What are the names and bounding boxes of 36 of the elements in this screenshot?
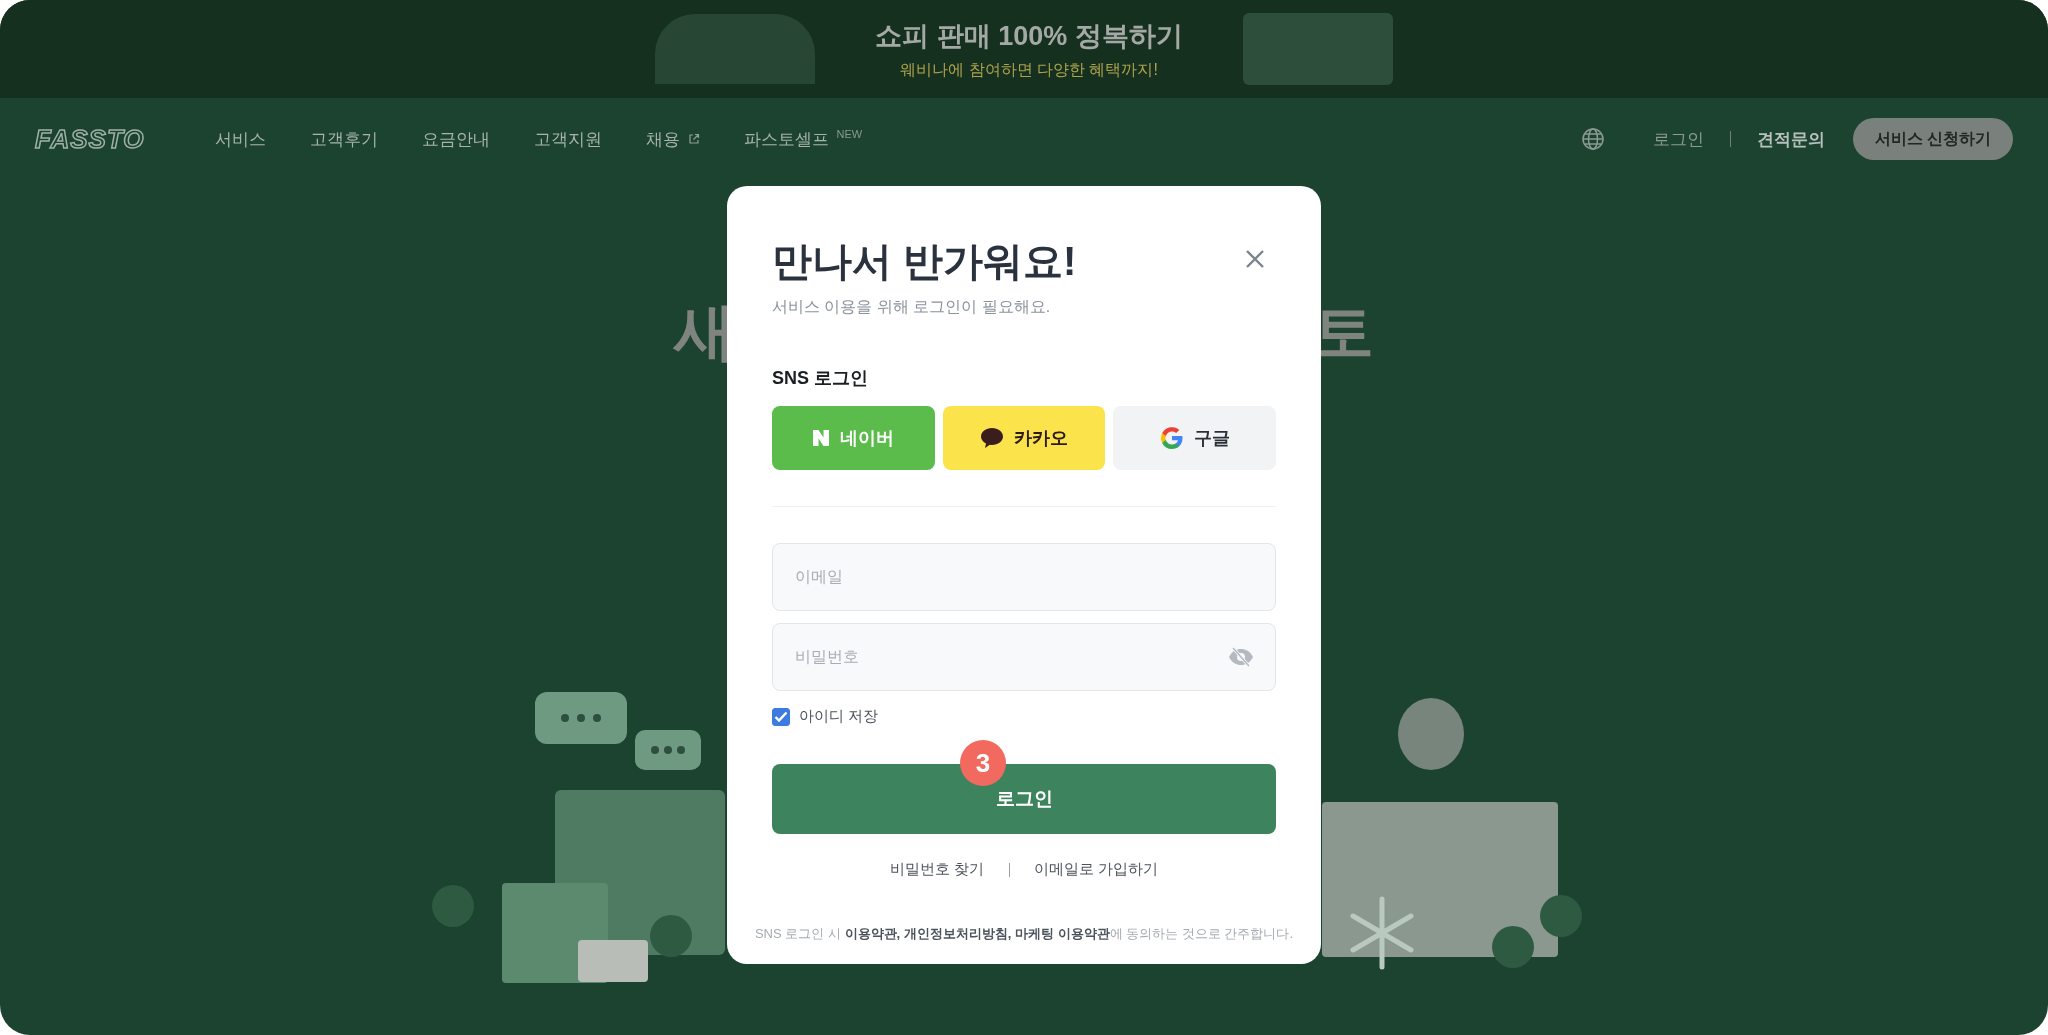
- checkbox-label: 아이디 저장: [799, 707, 879, 726]
- banner-subtitle: 웨비나에 참여하면 다양한 혜택까지!: [900, 59, 1158, 80]
- speech-bubble-icon: [980, 427, 1004, 449]
- nav-link[interactable]: 파스토셀프 NEW: [743, 127, 863, 151]
- nav-link[interactable]: 요금안내: [421, 127, 490, 151]
- apply-button[interactable]: 서비스 신청하기: [1852, 118, 2013, 160]
- naver-logo-icon: [812, 429, 831, 447]
- nav-link[interactable]: 채용: [645, 127, 700, 151]
- nav-link[interactable]: 고객지원: [533, 127, 602, 151]
- checkbox[interactable]: [772, 707, 790, 726]
- google-logo-icon: [1159, 426, 1184, 450]
- logo[interactable]: FASSTO: [35, 123, 145, 155]
- hero-title-fragment: 토: [1312, 296, 1374, 368]
- email-field[interactable]: 이메일: [772, 543, 1276, 611]
- signup-link[interactable]: 이메일로 가입하기: [1033, 860, 1158, 879]
- dialog-title: 만나서 반가워요!: [772, 238, 1077, 285]
- chat-bubble-drawing: [635, 730, 701, 770]
- nav-link[interactable]: 고객후기: [309, 127, 378, 151]
- password-field[interactable]: 비밀번호: [772, 623, 1276, 691]
- new-label: NEW: [836, 127, 863, 140]
- terms-notice: SNS 로그인 시 이용약관, 개인정보처리방침, 마케팅 이용약관에 동의하는 것으로 간주합니다.: [753, 925, 1295, 943]
- step-badge: 3: [960, 740, 1006, 786]
- social-login-button[interactable]: 카카오: [942, 406, 1106, 470]
- hero-title-fragment: 새: [674, 296, 736, 368]
- login-link[interactable]: 로그인: [1652, 127, 1704, 151]
- globe-icon[interactable]: [1580, 127, 1605, 151]
- promo-banner[interactable]: 쇼피 판매 100% 정복하기 웨비나에 참여하면 다양한 혜택까지!: [0, 0, 2048, 98]
- social-login-button[interactable]: 구글: [1113, 406, 1276, 470]
- section-label: SNS 로그인: [772, 367, 868, 390]
- find-password-link[interactable]: 비밀번호 찾기: [890, 860, 985, 879]
- quote-link[interactable]: 견적문의: [1756, 127, 1825, 151]
- banner-title: 쇼피 판매 100% 정복하기: [875, 19, 1183, 53]
- external-link-icon: [687, 133, 700, 145]
- nav-link[interactable]: 서비스: [214, 127, 266, 151]
- dialog-subtitle: 서비스 이용을 위해 로그인이 필요해요.: [772, 297, 1052, 317]
- close-icon[interactable]: [1244, 248, 1266, 270]
